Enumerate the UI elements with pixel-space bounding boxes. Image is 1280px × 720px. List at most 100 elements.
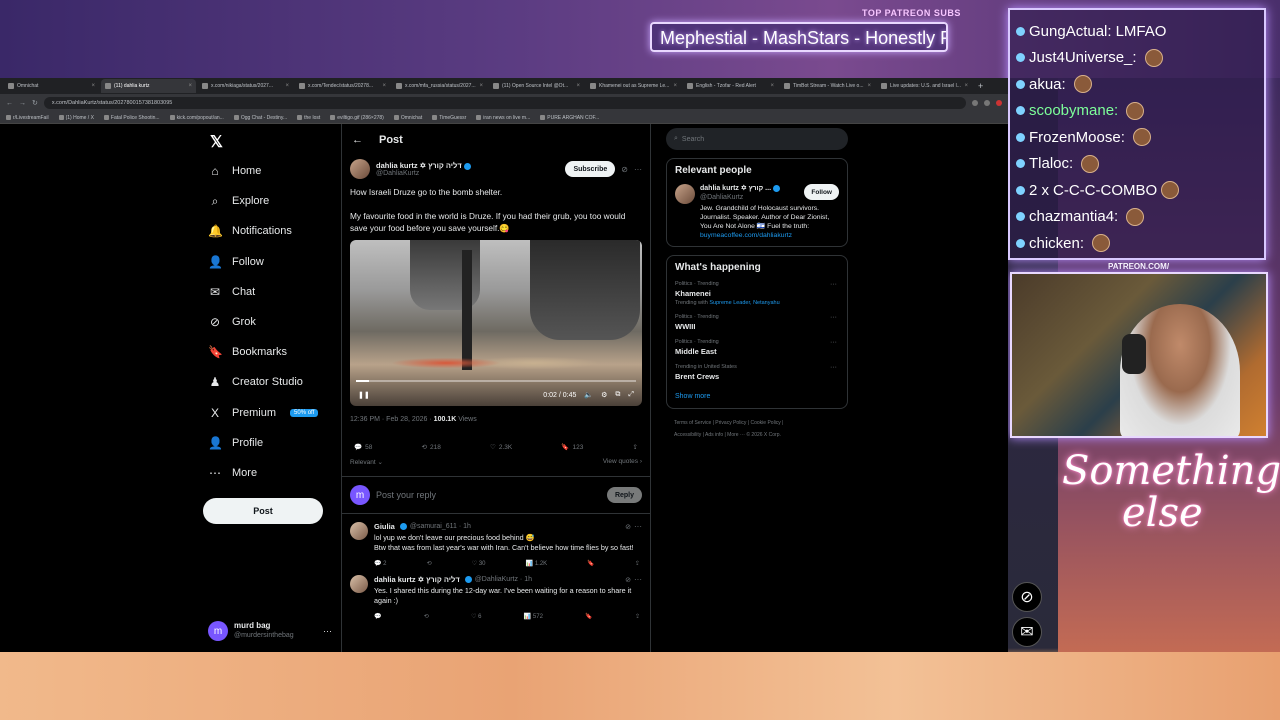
extension-icon[interactable] <box>984 100 990 106</box>
view-quotes-link[interactable]: View quotes › <box>603 458 642 466</box>
more-icon[interactable]: ··· <box>830 314 837 321</box>
bookmark-item[interactable]: Omnichat <box>393 115 422 121</box>
bookmark-icon[interactable]: 🔖 <box>585 613 592 620</box>
forward-icon[interactable]: → <box>19 100 26 107</box>
bookmark-action[interactable]: 🔖 123 <box>561 443 583 452</box>
close-icon[interactable]: × <box>479 83 483 89</box>
close-icon[interactable]: × <box>770 83 774 89</box>
nav-item-notifications[interactable]: 🔔 Notifications <box>208 221 292 241</box>
nav-item-creator-studio[interactable]: ♟ Creator Studio <box>208 372 303 392</box>
bookmark-item[interactable]: TimeGuessr <box>432 115 466 121</box>
bookmark-item[interactable]: PURE ARGHAN COF... <box>540 115 599 121</box>
views-action[interactable]: 📊 1.2K <box>526 560 547 567</box>
back-arrow-icon[interactable]: ← <box>352 134 363 146</box>
bookmark-item[interactable]: Fatal Police Shootin... <box>103 115 160 121</box>
more-icon[interactable]: ··· <box>830 281 837 288</box>
settings-icon[interactable]: ⚙ <box>601 391 607 399</box>
more-icon[interactable]: ··· <box>634 522 642 531</box>
browser-tab[interactable]: English - Tzofar - Red Alert × <box>683 79 778 93</box>
reply-author[interactable]: dahlia kurtz ✡ דליה קורץ <box>374 575 460 584</box>
author-avatar[interactable] <box>675 184 695 204</box>
repost-action[interactable]: ⟲ <box>424 613 429 620</box>
close-icon[interactable]: × <box>285 83 289 89</box>
browser-tab[interactable]: x.com/mfa_russia/status/2027... × <box>392 79 487 93</box>
more-icon[interactable]: ··· <box>634 165 642 174</box>
browser-tab[interactable]: x.com/nikiaga/status/2027... × <box>198 79 293 93</box>
x-logo-icon[interactable]: 𝕏 <box>210 132 223 152</box>
close-icon[interactable]: × <box>964 83 968 89</box>
browser-tab[interactable]: Khamenei out as Supreme Le... × <box>586 79 681 93</box>
close-icon[interactable]: × <box>673 83 677 89</box>
bookmark-item[interactable]: (1) Home / X <box>58 115 94 121</box>
repost-action[interactable]: ⟲ 218 <box>422 443 441 452</box>
bookmark-icon[interactable]: 🔖 <box>587 560 594 567</box>
reply-tweet[interactable]: Giulia @samurai_611 · 1h ⊘ ··· lol yup w… <box>342 514 650 567</box>
browser-tab[interactable]: (11) dahlia kurtz × <box>101 79 196 93</box>
account-switcher[interactable]: m murd bag @murdersinthebag ··· <box>208 618 332 644</box>
reply-action[interactable]: 💬 <box>374 613 381 620</box>
bookmark-item[interactable]: r/LivestreamFail <box>6 115 49 121</box>
search-bar[interactable]: ⌕ Search <box>666 128 848 150</box>
close-icon[interactable]: × <box>576 83 580 89</box>
reload-icon[interactable]: ↻ <box>32 99 38 107</box>
nav-item-chat[interactable]: ✉ Chat <box>208 282 255 302</box>
trend-with[interactable]: Supreme Leader, Netanyahu <box>709 300 779 306</box>
more-icon[interactable]: ··· <box>830 364 837 371</box>
extension-icon[interactable] <box>972 100 978 106</box>
footer-line[interactable]: Accessibility | Ads info | More ··· © 20… <box>674 429 848 441</box>
bookmark-item[interactable]: eviltigo.gif (286×278) <box>330 115 384 121</box>
reply-handle[interactable]: @DahliaKurtz · 1h <box>475 576 532 583</box>
grok-icon[interactable]: ⊘ <box>621 165 628 174</box>
subscribe-button[interactable]: Subscribe <box>565 161 616 177</box>
person-name[interactable]: dahlia kurtz ✡ קורץ ... <box>700 185 771 192</box>
close-icon[interactable]: × <box>188 83 192 89</box>
new-tab-icon[interactable]: + <box>978 81 983 91</box>
person-handle[interactable]: @DahliaKurtz <box>700 193 799 202</box>
nav-item-explore[interactable]: ⌕ Explore <box>208 191 270 211</box>
browser-tab[interactable]: x.com/Tendec/status/20278... × <box>295 79 390 93</box>
nav-item-follow[interactable]: 👤 Follow <box>208 252 264 272</box>
more-icon[interactable]: ··· <box>323 626 332 636</box>
share-icon[interactable]: ⇪ <box>633 443 638 451</box>
author-avatar[interactable] <box>350 522 368 540</box>
show-more-link[interactable]: Show more <box>675 393 839 400</box>
grok-icon[interactable]: ⊘ <box>625 576 631 584</box>
footer-line[interactable]: Terms of Service | Privacy Policy | Cook… <box>674 417 848 429</box>
bio-link[interactable]: buymeacoffee.com/dahliakurtz <box>700 231 839 240</box>
reply-action[interactable]: 💬 2 <box>374 560 386 567</box>
bookmark-item[interactable]: kick.com/popout/an... <box>169 115 224 121</box>
like-action[interactable]: ♡ 6 <box>471 613 481 620</box>
relevant-dropdown[interactable]: Relevant ⌄ <box>350 458 383 466</box>
close-icon[interactable]: × <box>91 83 95 89</box>
mail-icon[interactable]: ✉ <box>1012 617 1042 647</box>
author-avatar[interactable] <box>350 575 368 593</box>
trend-item[interactable]: Trending in United States Brent Crews ··… <box>675 364 839 381</box>
author-name[interactable]: dahlia kurtz ✡ דליה קורץ <box>376 161 462 170</box>
pip-icon[interactable]: ⧉ <box>615 391 620 399</box>
trend-item[interactable]: Politics · Trending Khamenei Trending wi… <box>675 281 839 306</box>
url-field[interactable]: x.com/DahliaKurtz/status/202780015738180… <box>43 97 966 109</box>
nav-item-bookmarks[interactable]: 🔖 Bookmarks <box>208 342 287 362</box>
video-player[interactable]: ❚❚ 0:02 / 0:45 🔈 ⚙ ⧉ ⤢ <box>350 240 642 406</box>
reply-author[interactable]: Giulia <box>374 522 395 531</box>
browser-tab[interactable]: Omnichat × <box>4 79 99 93</box>
post-button[interactable]: Post <box>203 498 323 524</box>
views-action[interactable]: 📊 572 <box>524 613 543 620</box>
trend-item[interactable]: Politics · Trending Middle East ··· <box>675 339 839 356</box>
share-icon[interactable]: ⇪ <box>635 613 640 620</box>
grok-icon[interactable]: ⊘ <box>1012 582 1042 612</box>
nav-item-home[interactable]: ⌂ Home <box>208 161 261 181</box>
bookmark-item[interactable]: the lost <box>297 115 320 121</box>
close-icon[interactable]: × <box>867 83 871 89</box>
back-icon[interactable]: ← <box>6 100 13 107</box>
reply-tweet[interactable]: dahlia kurtz ✡ דליה קורץ @DahliaKurtz · … <box>342 567 650 620</box>
like-action[interactable]: ♡ 30 <box>472 560 486 567</box>
bookmark-item[interactable]: Ogg Chat - Destiny... <box>233 115 287 121</box>
more-icon[interactable]: ··· <box>634 575 642 584</box>
repost-action[interactable]: ⟲ <box>427 560 432 567</box>
bookmark-item[interactable]: iran news on live m... <box>476 115 530 121</box>
nav-item-premium[interactable]: X Premium 50% off <box>208 403 319 423</box>
trend-item[interactable]: Politics · Trending WWIII ··· <box>675 314 839 331</box>
pause-icon[interactable]: ❚❚ <box>358 391 370 399</box>
browser-tab[interactable]: TimBot Stream - Watch Live o... × <box>780 79 875 93</box>
